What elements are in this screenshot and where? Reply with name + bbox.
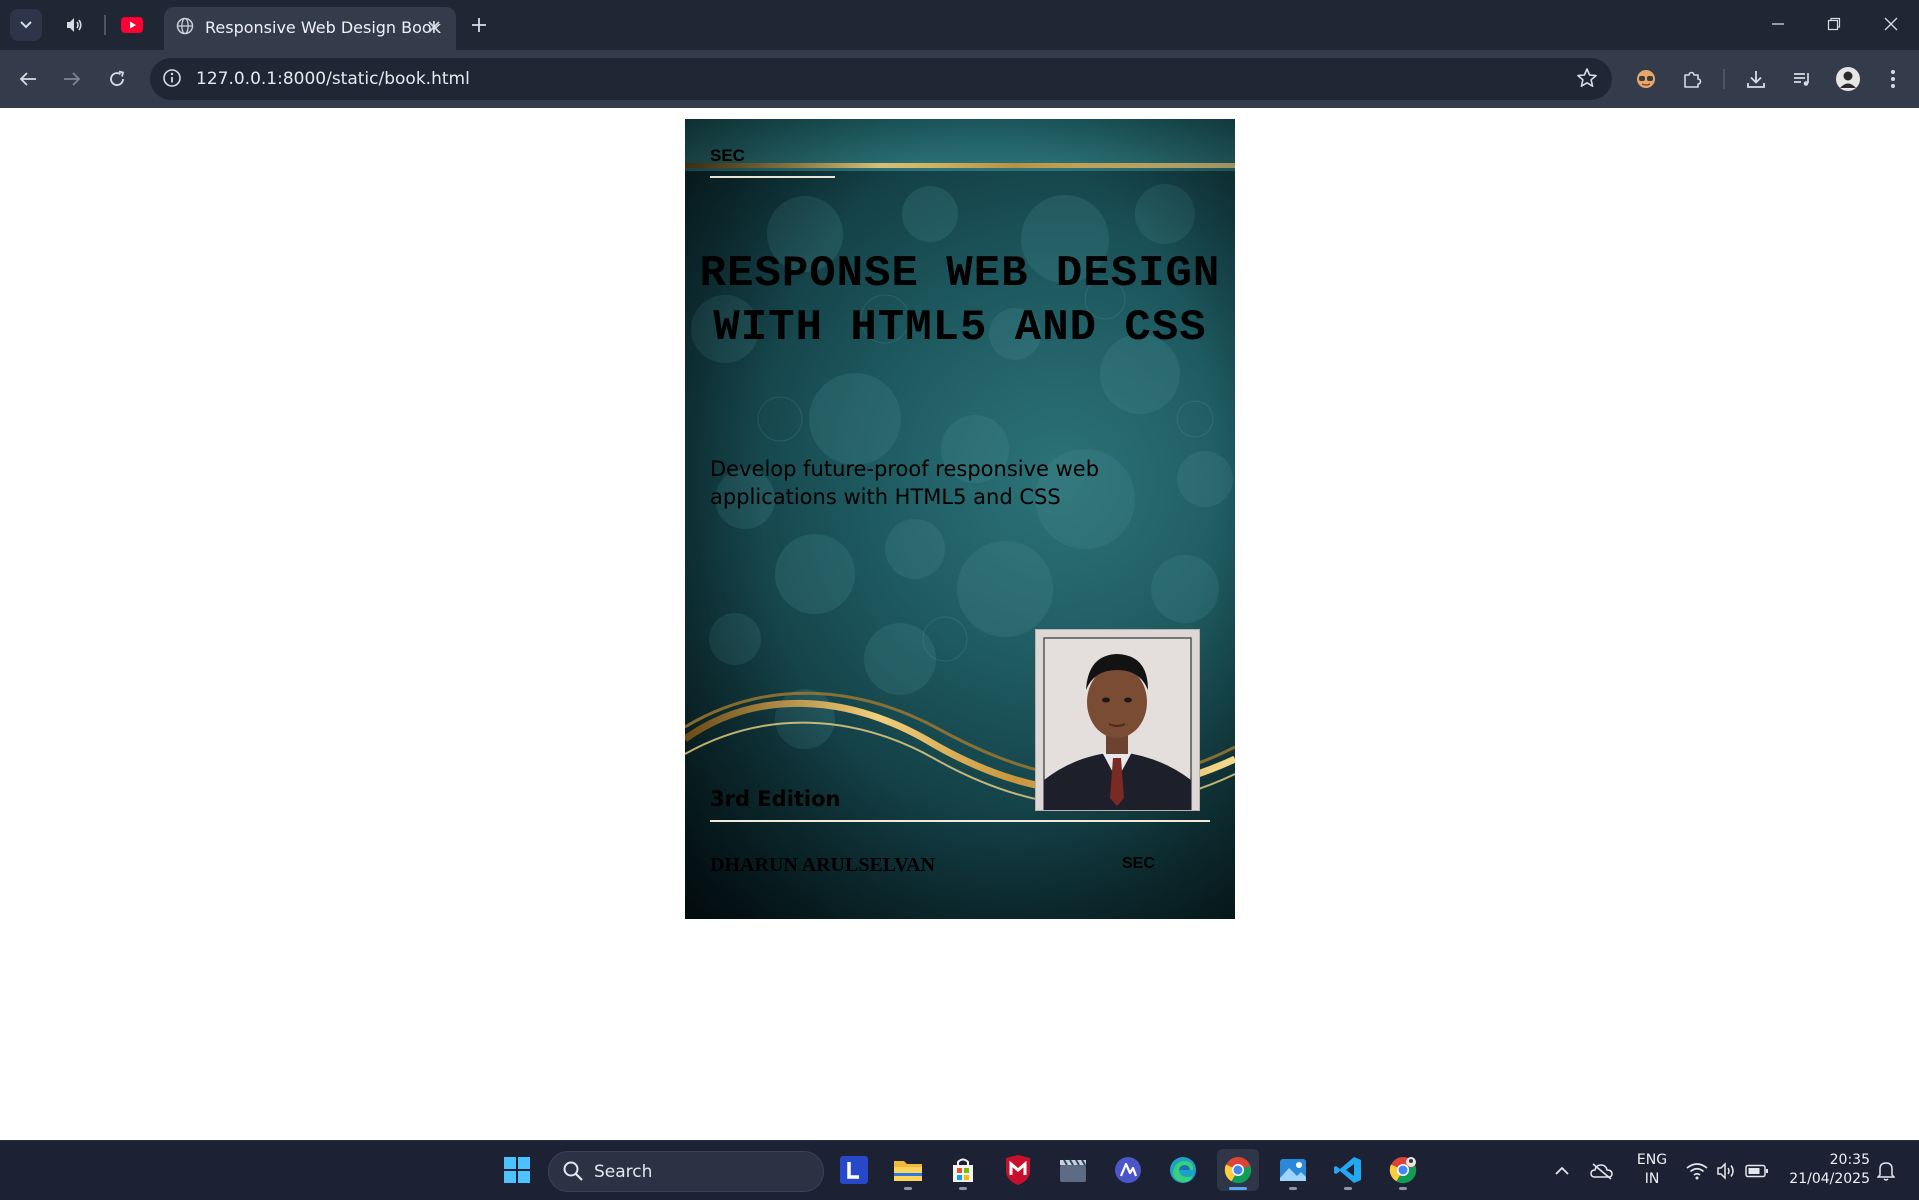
chrome-profile-icon[interactable] [1382, 1149, 1424, 1191]
search-label: Search [594, 1162, 653, 1182]
taskbar-search-box[interactable]: Search [548, 1151, 824, 1192]
top-divider-line [710, 176, 835, 178]
profile-avatar-icon[interactable] [1832, 63, 1864, 95]
tab-responsive-web-design-book[interactable]: Responsive Web Design Book [164, 7, 456, 50]
audio-playing-tab-icon[interactable] [58, 9, 90, 41]
bottom-divider-line [710, 820, 1210, 822]
wifi-icon[interactable] [1684, 1158, 1710, 1184]
launcher-l-app-icon[interactable] [833, 1149, 875, 1191]
address-bar[interactable]: 127.0.0.1:8000/static/book.html [150, 58, 1612, 100]
author-name: DHARUN ARULSELVAN [710, 854, 936, 876]
movies-clapper-icon[interactable] [1052, 1149, 1094, 1191]
notification-bell-icon[interactable] [1873, 1158, 1899, 1184]
reload-icon[interactable] [101, 63, 133, 95]
tab-title: Responsive Web Design Book [205, 18, 441, 37]
author-photo [1035, 629, 1200, 811]
system-clock[interactable]: 20:35 21/04/2025 [1780, 1151, 1870, 1189]
language-region: IN [1644, 1171, 1660, 1187]
ai-assistant-icon[interactable] [1107, 1149, 1149, 1191]
tab-search-chevron-icon[interactable] [10, 9, 42, 41]
bookmark-star-icon[interactable] [1576, 67, 1598, 89]
clock-date: 21/04/2025 [1789, 1171, 1870, 1187]
battery-icon[interactable] [1744, 1158, 1770, 1184]
file-explorer-icon[interactable] [887, 1149, 929, 1191]
back-arrow-icon[interactable] [12, 63, 44, 95]
new-tab-plus-icon[interactable] [464, 12, 494, 38]
extension-face-icon[interactable] [1630, 63, 1662, 95]
vscode-icon[interactable] [1327, 1149, 1369, 1191]
forward-arrow-icon[interactable] [56, 63, 88, 95]
close-tab-icon[interactable] [423, 16, 445, 38]
windows-taskbar: Search ENG IN 20:35 21/04/2025 [0, 1140, 1919, 1200]
mcafee-shield-icon[interactable] [997, 1149, 1039, 1191]
media-control-icon[interactable] [1786, 63, 1818, 95]
book-cover: SEC RESPONSE WEB DESIGN WITH HTML5 AND C… [685, 119, 1235, 919]
book-title: RESPONSE WEB DESIGN WITH HTML5 AND CSS [699, 249, 1221, 353]
youtube-tab-icon[interactable] [116, 9, 148, 41]
language-code: ENG [1636, 1152, 1668, 1168]
minimize-window-icon[interactable] [1758, 8, 1798, 40]
search-icon [562, 1160, 584, 1187]
volume-icon[interactable] [1714, 1158, 1740, 1184]
site-info-icon[interactable] [162, 68, 182, 88]
edge-browser-icon[interactable] [1162, 1149, 1204, 1191]
running-indicator [959, 1187, 967, 1190]
edition-label: 3rd Edition [710, 787, 841, 811]
windows-start-icon[interactable] [496, 1149, 538, 1191]
publisher-label-top: SEC [710, 146, 745, 165]
running-indicator [1344, 1187, 1352, 1190]
browser-toolbar: 127.0.0.1:8000/static/book.html [0, 50, 1919, 108]
more-menu-icon[interactable] [1877, 63, 1909, 95]
clock-time: 20:35 [1829, 1152, 1870, 1168]
onedrive-offline-icon[interactable] [1589, 1158, 1615, 1184]
microsoft-store-icon[interactable] [942, 1149, 984, 1191]
book-subtitle: Develop future-proof responsive web appl… [710, 457, 1100, 509]
toolbar-divider [1723, 69, 1725, 89]
photos-app-icon[interactable] [1272, 1149, 1314, 1191]
show-hidden-icons-chevron-icon[interactable] [1549, 1158, 1575, 1184]
publisher-label-bottom: SEC [1122, 855, 1155, 872]
downloads-icon[interactable] [1740, 63, 1772, 95]
active-app-indicator [1229, 1187, 1247, 1190]
extensions-puzzle-icon[interactable] [1676, 63, 1708, 95]
web-page-content: SEC RESPONSE WEB DESIGN WITH HTML5 AND C… [0, 108, 1919, 1140]
running-indicator [904, 1187, 912, 1190]
close-window-icon[interactable] [1871, 8, 1911, 40]
input-language-indicator[interactable]: ENG IN [1635, 1151, 1669, 1189]
globe-icon [176, 17, 194, 35]
url-text[interactable]: 127.0.0.1:8000/static/book.html [196, 69, 470, 89]
chrome-browser-icon[interactable] [1217, 1149, 1259, 1191]
browser-tab-bar: Responsive Web Design Book [0, 0, 1919, 50]
restore-window-icon[interactable] [1814, 8, 1854, 40]
running-indicator [1289, 1187, 1297, 1190]
running-indicator [1399, 1187, 1407, 1190]
pinned-tab-divider [104, 15, 106, 35]
